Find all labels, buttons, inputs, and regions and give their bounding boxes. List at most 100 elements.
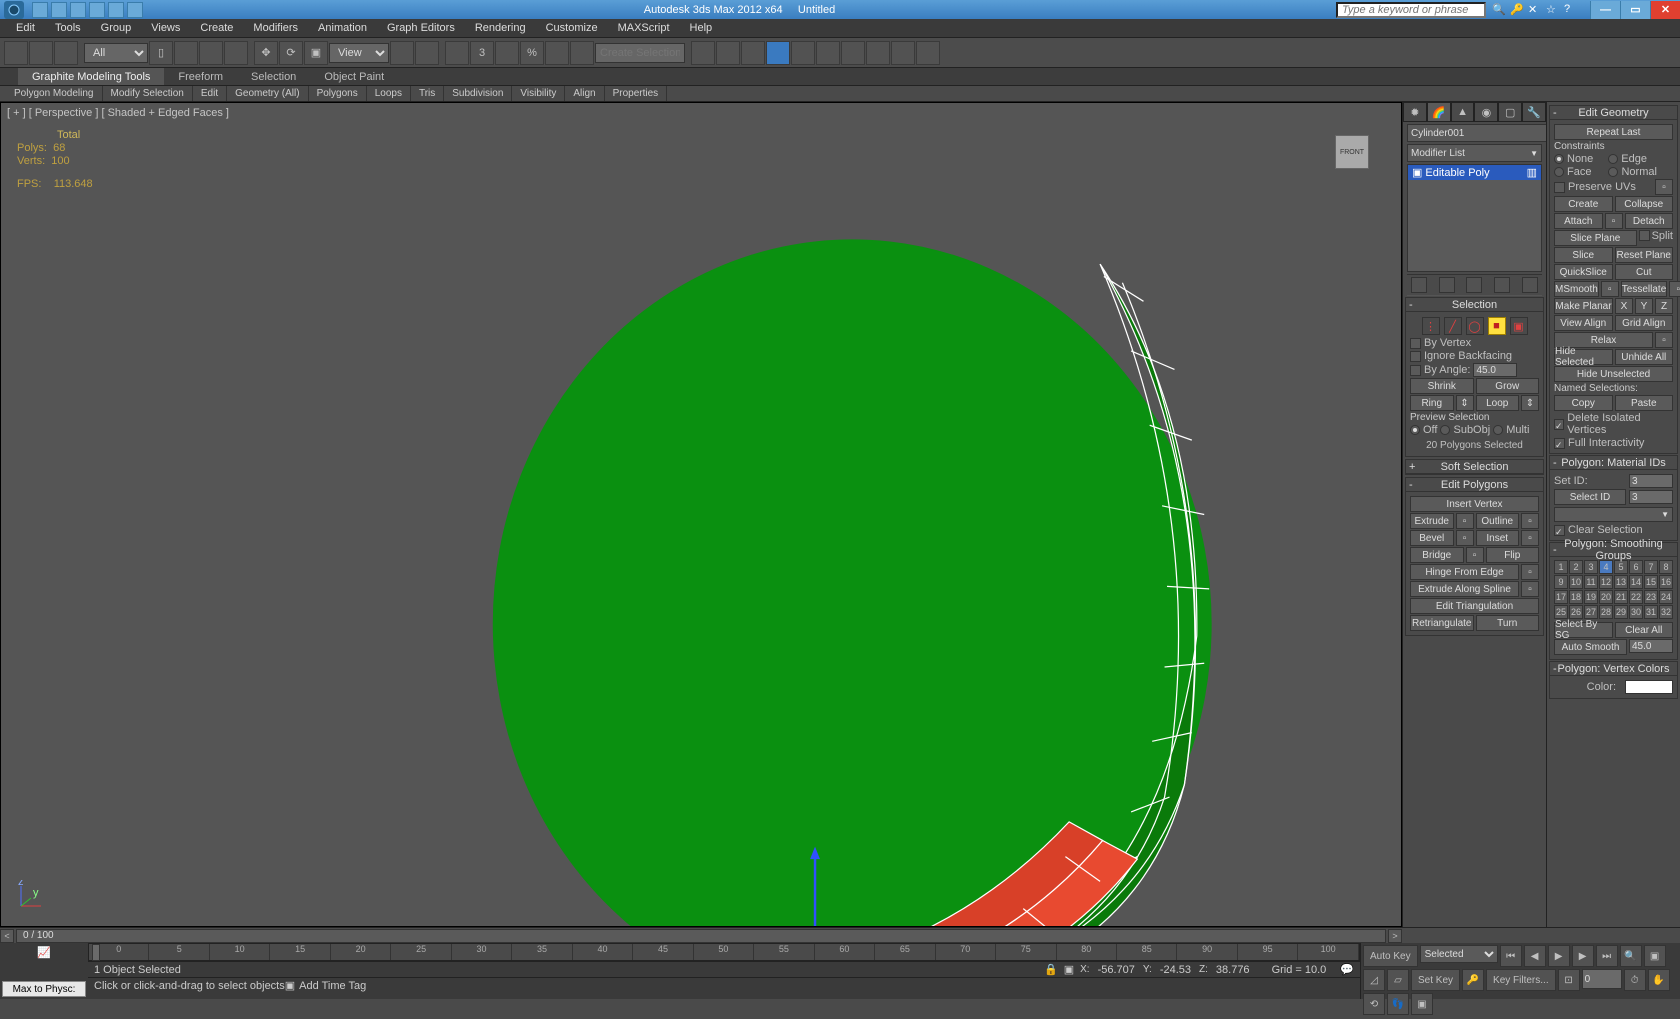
menu-animation[interactable]: Animation (308, 19, 377, 37)
sg-button-28[interactable]: 28 (1599, 605, 1613, 619)
menu-group[interactable]: Group (91, 19, 142, 37)
manipulate-icon[interactable] (415, 41, 439, 65)
lock-icon[interactable]: 🔒 (1044, 963, 1058, 976)
hierarchy-tab-icon[interactable]: ▲ (1451, 102, 1475, 122)
insert-vertex-button[interactable]: Insert Vertex (1410, 496, 1539, 512)
full-interactivity-checkbox[interactable] (1554, 438, 1565, 449)
nav-zoom-icon[interactable]: 🔍 (1620, 945, 1642, 967)
msmooth-button[interactable]: MSmooth (1554, 281, 1599, 297)
coord-z[interactable]: 38.776 (1212, 964, 1254, 976)
bridge-button[interactable]: Bridge (1410, 547, 1464, 563)
viewport-label[interactable]: [ + ] [ Perspective ] [ Shaded + Edged F… (7, 107, 229, 119)
sg-button-15[interactable]: 15 (1644, 575, 1658, 589)
key-mode-icon[interactable]: ⊡ (1558, 969, 1580, 991)
attach-button[interactable]: Attach (1554, 213, 1603, 229)
retriangulate-button[interactable]: Retriangulate (1410, 615, 1474, 631)
rsub-align[interactable]: Align (565, 86, 604, 101)
coord-x[interactable]: -56.707 (1094, 964, 1139, 976)
modifier-stack[interactable]: ▣Editable Poly▥ (1407, 164, 1542, 272)
flip-button[interactable]: Flip (1486, 547, 1540, 563)
maxscript-listener-button[interactable]: Max to Physc: (2, 981, 86, 997)
nav-walk-icon[interactable]: 👣 (1387, 993, 1409, 1015)
sg-button-9[interactable]: 9 (1554, 575, 1568, 589)
preview-off-radio[interactable] (1410, 425, 1420, 435)
render-icon[interactable] (916, 41, 940, 65)
angle-snap-icon[interactable] (495, 41, 519, 65)
rsub-properties[interactable]: Properties (605, 86, 668, 101)
remove-modifier-icon[interactable] (1494, 277, 1510, 293)
mini-curve-editor-icon[interactable]: 📈 (0, 943, 88, 961)
help-icon[interactable]: ? (1564, 3, 1578, 17)
rollout-smoothing-groups-header[interactable]: -Polygon: Smoothing Groups (1550, 543, 1677, 557)
add-time-tag-button[interactable]: ▣Add Time Tag (285, 979, 366, 992)
menu-rendering[interactable]: Rendering (465, 19, 536, 37)
make-planar-button[interactable]: Make Planar (1554, 298, 1613, 314)
rollout-edit-polygons-header[interactable]: -Edit Polygons (1406, 478, 1543, 492)
nav-orbit-icon[interactable]: ⟲ (1363, 993, 1385, 1015)
menu-customize[interactable]: Customize (536, 19, 608, 37)
menu-tools[interactable]: Tools (45, 19, 91, 37)
nav-zoomall-icon[interactable]: ▣ (1644, 945, 1666, 967)
sg-button-27[interactable]: 27 (1584, 605, 1598, 619)
bevel-settings-icon[interactable]: ▫ (1456, 530, 1474, 546)
sg-button-23[interactable]: 23 (1644, 590, 1658, 604)
bevel-button[interactable]: Bevel (1410, 530, 1454, 546)
constraint-face-radio[interactable] (1554, 167, 1564, 177)
rollout-edit-geometry-header[interactable]: -Edit Geometry (1550, 106, 1677, 120)
subobj-element-icon[interactable]: ▣ (1510, 317, 1528, 335)
set-id-spinner[interactable]: 3 (1629, 474, 1673, 488)
select-name-icon[interactable] (174, 41, 198, 65)
slice-plane-button[interactable]: Slice Plane (1554, 230, 1637, 246)
sg-button-11[interactable]: 11 (1584, 575, 1598, 589)
sg-button-18[interactable]: 18 (1569, 590, 1583, 604)
by-angle-checkbox[interactable] (1410, 365, 1421, 376)
app-menu-icon[interactable] (4, 1, 24, 19)
qat-undo-icon[interactable] (89, 2, 105, 18)
named-selection-input[interactable] (595, 43, 685, 63)
view-align-button[interactable]: View Align (1554, 315, 1613, 331)
copy-named-button[interactable]: Copy (1554, 395, 1613, 411)
clear-all-sg-button[interactable]: Clear All (1615, 622, 1674, 638)
binoculars-icon[interactable]: 🔍 (1492, 3, 1506, 17)
timeline[interactable]: 0510152025303540455055606570758085909510… (88, 943, 1360, 961)
create-button[interactable]: Create (1554, 196, 1613, 212)
material-editor-icon[interactable] (841, 41, 865, 65)
tab-graphite[interactable]: Graphite Modeling Tools (18, 68, 164, 85)
layers-icon[interactable] (741, 41, 765, 65)
setkey-large-icon[interactable]: 🔑 (1462, 969, 1484, 991)
snap-toggle-icon[interactable]: 3 (470, 41, 494, 65)
rendered-frame-icon[interactable] (891, 41, 915, 65)
rollout-material-ids-header[interactable]: -Polygon: Material IDs (1550, 456, 1677, 470)
select-icon[interactable]: ▯ (149, 41, 173, 65)
extrude-settings-icon[interactable]: ▫ (1456, 513, 1474, 529)
ring-spinner[interactable]: ⇕ (1456, 395, 1474, 411)
bridge-settings-icon[interactable]: ▫ (1466, 547, 1484, 563)
tessellate-button[interactable]: Tessellate (1621, 281, 1667, 297)
viewcube[interactable]: FRONT (1335, 135, 1369, 169)
inset-button[interactable]: Inset (1476, 530, 1520, 546)
extrude-spline-settings-icon[interactable]: ▫ (1521, 581, 1539, 597)
qat-redo-icon[interactable] (108, 2, 124, 18)
scale-icon[interactable]: ▣ (304, 41, 328, 65)
utilities-tab-icon[interactable]: 🔧 (1522, 102, 1546, 122)
rsub-geometry-all[interactable]: Geometry (All) (227, 86, 308, 101)
move-icon[interactable]: ✥ (254, 41, 278, 65)
nav-zoomext-icon[interactable]: ◿ (1363, 969, 1385, 991)
rsub-polygons[interactable]: Polygons (309, 86, 367, 101)
rsub-modify-selection[interactable]: Modify Selection (103, 86, 193, 101)
sg-button-1[interactable]: 1 (1554, 560, 1568, 574)
align-icon[interactable] (716, 41, 740, 65)
preview-subobj-radio[interactable] (1440, 425, 1450, 435)
selection-filter-dropdown[interactable]: All (84, 43, 148, 63)
sg-button-8[interactable]: 8 (1659, 560, 1673, 574)
unhide-all-button[interactable]: Unhide All (1615, 349, 1674, 365)
hide-unselected-button[interactable]: Hide Unselected (1554, 366, 1673, 382)
favorites-icon[interactable]: ☆ (1546, 3, 1560, 17)
relax-settings-icon[interactable]: ▫ (1655, 332, 1673, 348)
inset-settings-icon[interactable]: ▫ (1521, 530, 1539, 546)
track-left-icon[interactable]: < (0, 929, 14, 943)
constraint-edge-radio[interactable] (1608, 154, 1618, 164)
sg-button-5[interactable]: 5 (1614, 560, 1628, 574)
menu-edit[interactable]: Edit (6, 19, 45, 37)
grow-button[interactable]: Grow (1476, 378, 1540, 394)
